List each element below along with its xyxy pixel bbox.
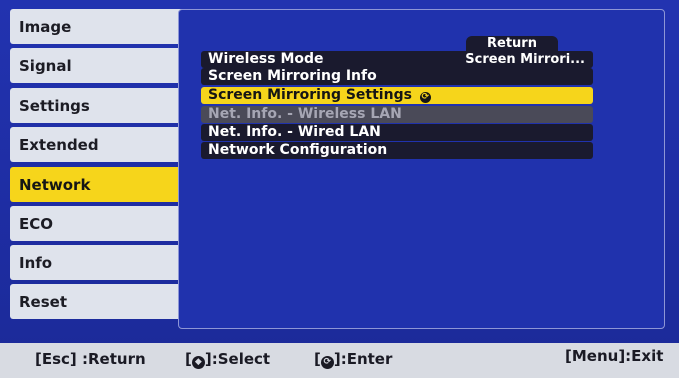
menu-row-label: Net. Info. - Wireless LAN [208, 106, 402, 122]
footer-hint-bar: [Esc] :Return [◆]:Select [⟳]:Enter [Menu… [0, 343, 679, 378]
enter-icon: ⟳ [419, 92, 431, 103]
menu-row-wireless-mode[interactable]: Wireless Mode Screen Mirrori... [201, 51, 593, 68]
sidebar-item-network[interactable]: Network [10, 167, 188, 202]
menu-row-label: Net. Info. - Wired LAN [208, 124, 381, 140]
select-hint-prefix: [ [185, 350, 192, 368]
sidebar-item-info[interactable]: Info [10, 245, 192, 280]
sidebar-item-signal[interactable]: Signal [10, 48, 192, 83]
menu-row-label: Screen Mirroring Settings [208, 87, 412, 103]
sidebar-menu: Image Signal Settings Extended Network E… [10, 9, 192, 323]
projector-screen: Image Signal Settings Extended Network E… [0, 0, 679, 378]
menu-row-network-configuration[interactable]: Network Configuration [201, 142, 593, 159]
esc-hint: [Esc] :Return [35, 350, 146, 368]
return-label: Return [487, 36, 537, 51]
menu-row-label: Network Configuration [208, 142, 388, 158]
sidebar-item-label: Settings [19, 96, 90, 115]
enter-hint-suffix: ]:Enter [333, 350, 393, 368]
sidebar-item-label: Network [19, 175, 91, 194]
sidebar-item-label: Image [19, 17, 72, 36]
enter-hint: [⟳]:Enter [314, 350, 392, 369]
sidebar-item-reset[interactable]: Reset [10, 284, 192, 319]
sidebar-item-label: Reset [19, 292, 67, 311]
menu-row-net-info-wireless: Net. Info. - Wireless LAN [201, 106, 593, 123]
select-hint-suffix: ]:Select [204, 350, 271, 368]
network-menu-panel: Return Wireless Mode Screen Mirrori... S… [178, 9, 665, 329]
menu-exit-hint: [Menu]:Exit [565, 347, 664, 365]
enter-icon: ⟳ [320, 356, 334, 369]
sidebar-item-image[interactable]: Image [10, 9, 192, 44]
select-hint: [◆]:Select [185, 350, 270, 369]
menu-row-screen-mirroring-info[interactable]: Screen Mirroring Info [201, 68, 593, 85]
menu-row-net-info-wired[interactable]: Net. Info. - Wired LAN [201, 124, 593, 141]
up-down-icon: ◆ [191, 356, 205, 369]
enter-hint-prefix: [ [314, 350, 321, 368]
sidebar-item-settings[interactable]: Settings [10, 88, 192, 123]
sidebar-item-label: Extended [19, 135, 99, 154]
menu-row-label: Screen Mirroring Info [208, 68, 377, 84]
menu-row-screen-mirroring-settings[interactable]: Screen Mirroring Settings ⟳ [201, 87, 593, 104]
sidebar-item-eco[interactable]: ECO [10, 206, 192, 241]
sidebar-item-label: ECO [19, 214, 54, 233]
menu-row-value: Screen Mirrori... [465, 52, 585, 67]
menu-row-label: Wireless Mode [208, 51, 324, 67]
sidebar-item-extended[interactable]: Extended [10, 127, 192, 162]
sidebar-item-label: Info [19, 253, 53, 272]
sidebar-item-label: Signal [19, 56, 72, 75]
